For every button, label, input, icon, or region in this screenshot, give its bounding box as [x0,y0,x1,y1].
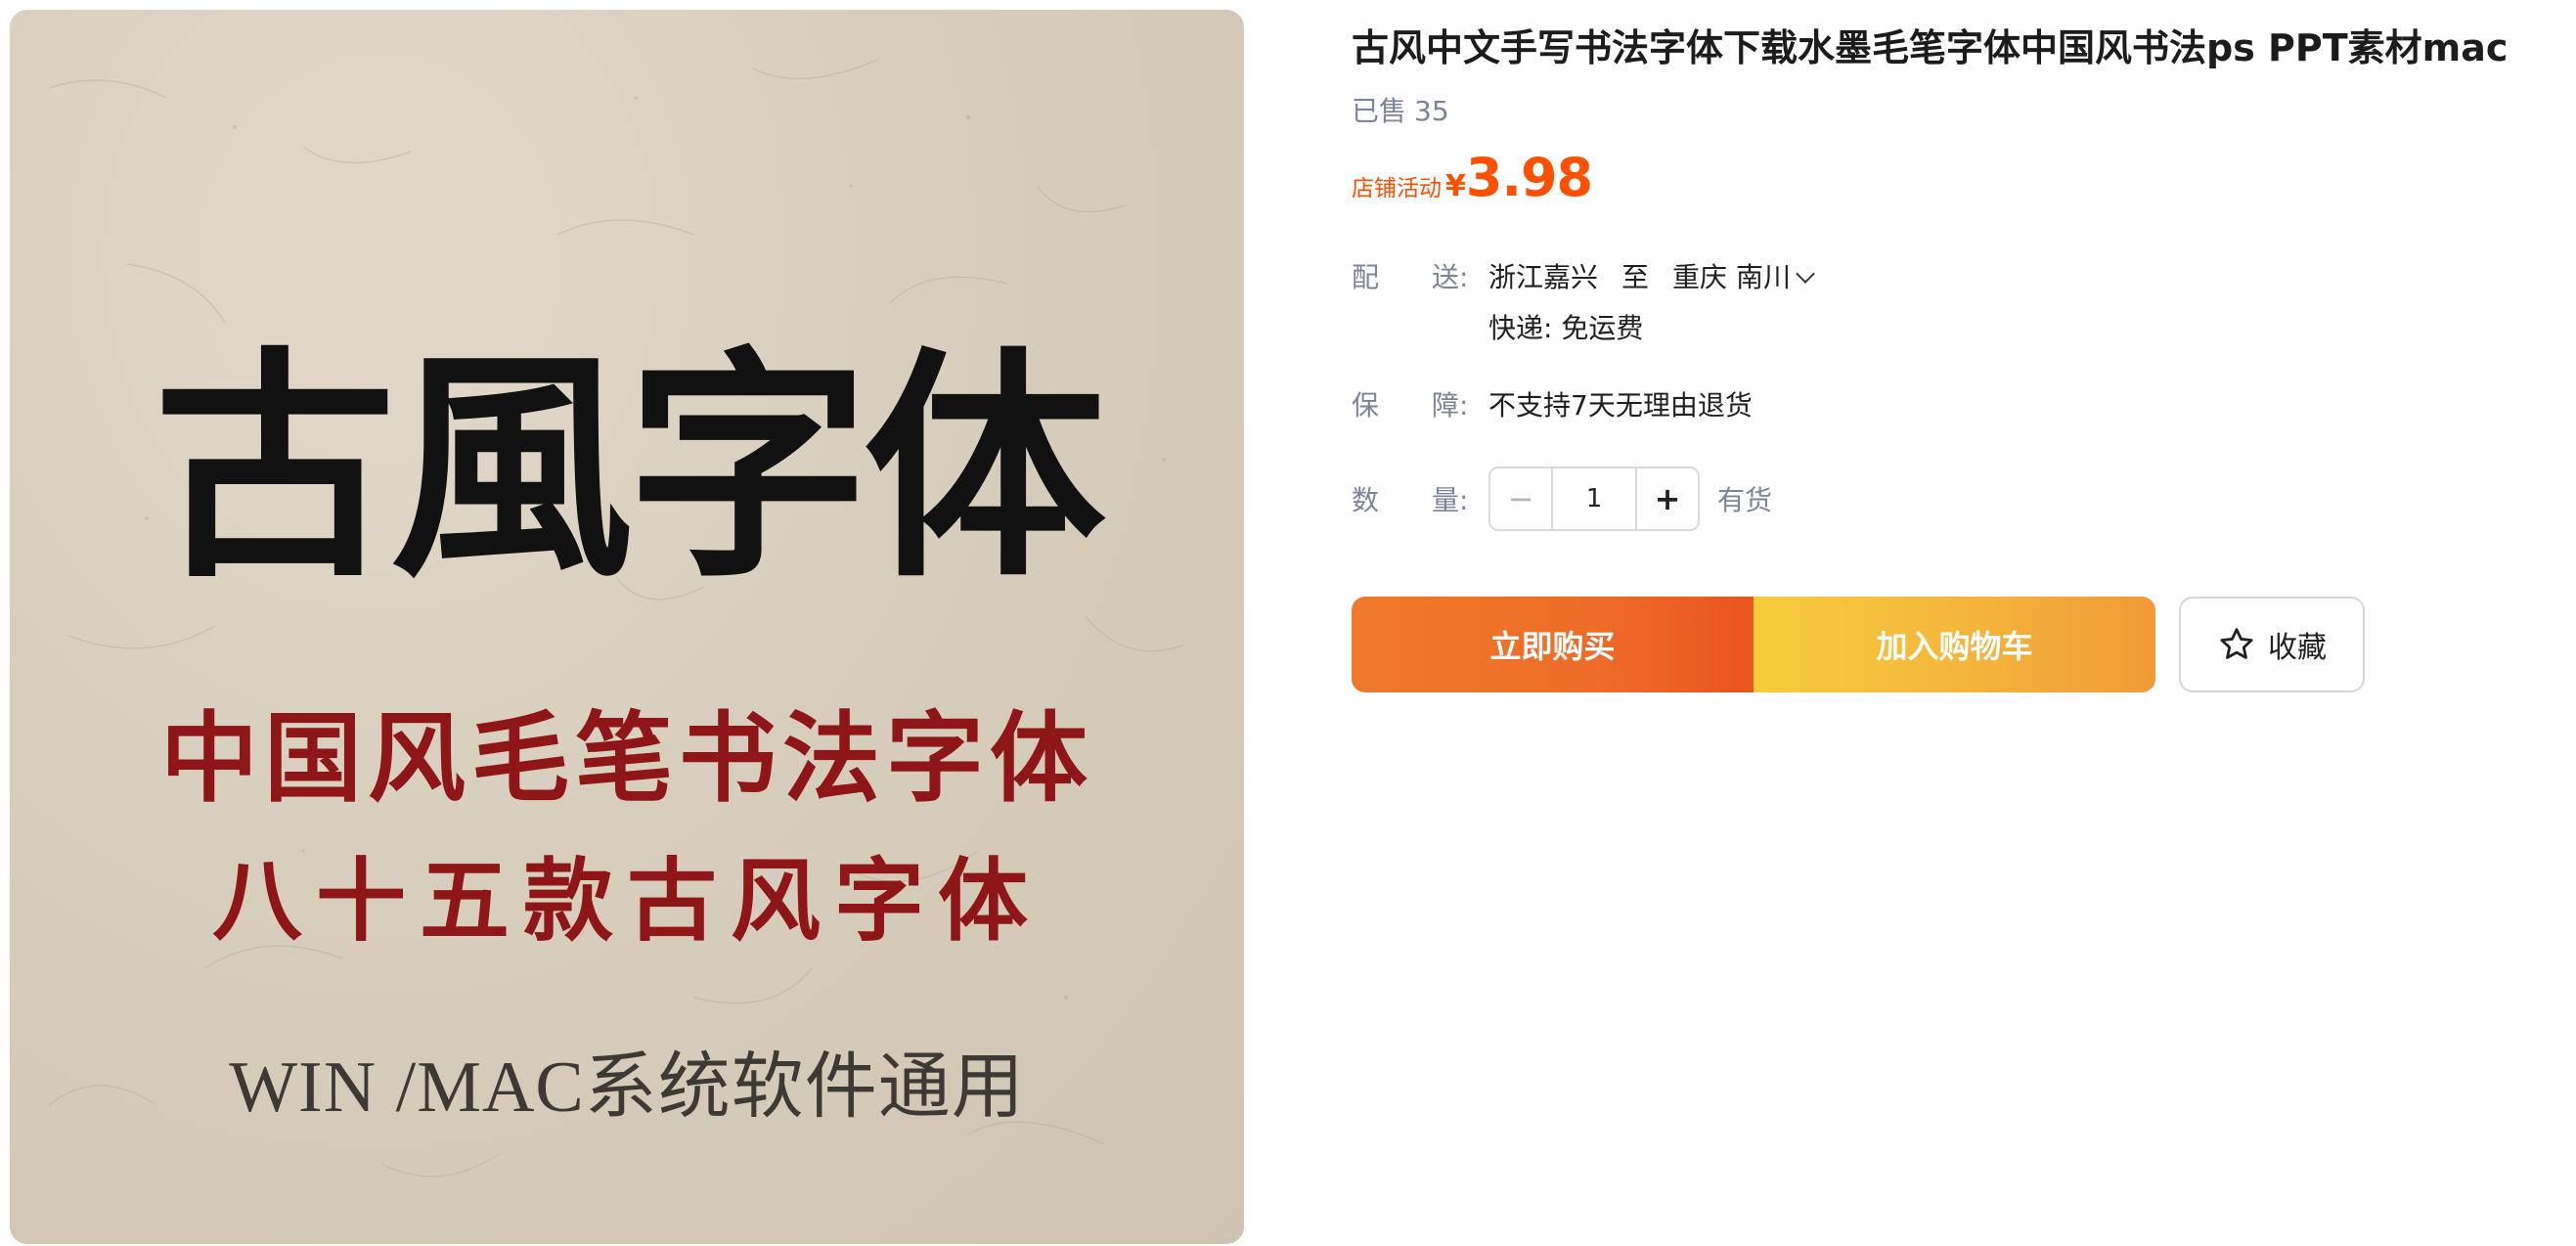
sold-number: 35 [1414,95,1449,127]
quantity-stepper: − + 有货 [1488,467,1773,531]
dest-city: 重庆 [1672,261,1728,293]
dest-district: 南川 [1735,261,1791,293]
guarantee-label: 保 障: [1352,384,1468,423]
sold-count: 已售 35 [1352,90,1449,129]
image-title: 古風字体 [154,326,1106,610]
quantity-increase-button[interactable]: + [1637,468,1698,529]
guarantee-label-a: 保 [1352,389,1380,422]
price-value: 3.98 [1465,147,1593,208]
shipping-method: 快递: 免运费 [1488,312,1644,344]
delivery-label-a: 配 [1352,261,1380,293]
ship-destination-selector[interactable]: 重庆 南川 [1672,261,1815,293]
price-row: 店铺活动 ¥3.98 [1352,147,1593,209]
quantity-input[interactable] [1551,468,1637,529]
delivery-label: 配 送: [1352,256,1468,295]
purchase-button-group: 立即购买 加入购物车 [1352,597,2155,692]
image-subtitle-secondary: 八十五款古风字体 [211,848,1042,954]
delivery-route: 浙江嘉兴至重庆 南川 [1488,256,1815,295]
ship-from: 浙江嘉兴 [1488,261,1599,293]
image-subtitle-primary: 中国风毛笔书法字体 [160,700,1093,816]
star-icon [2220,628,2253,659]
product-title: 古风中文手写书法字体下载水墨毛笔字体中国风书法ps PPT素材mac [1352,26,2509,69]
chevron-down-icon [1796,264,1815,284]
guarantee-value: 不支持7天无理由退货 [1488,389,1753,422]
delivery-label-b: 送: [1432,261,1469,293]
quantity-box: − + [1488,467,1700,531]
stock-status: 有货 [1717,484,1773,516]
guarantee-label-b: 障: [1432,389,1469,422]
quantity-label-a: 数 [1352,484,1380,516]
image-footer: WIN /MAC系统软件通用 [229,1047,1025,1128]
quantity-decrease-button[interactable]: − [1490,468,1551,529]
currency-symbol: ¥ [1445,169,1466,203]
promo-label: 店铺活动 [1352,176,1442,201]
product-image[interactable]: 古風字体 中国风毛笔书法字体 八十五款古风字体 WIN /MAC系统软件通用 [10,10,1244,1244]
favorite-label: 收藏 [2268,631,2327,665]
add-to-cart-button[interactable]: 加入购物车 [1754,597,2155,692]
favorite-button[interactable]: 收藏 [2179,597,2365,692]
quantity-label: 数 量: [1352,479,1468,518]
sold-label: 已售 [1352,95,1407,127]
buy-now-button[interactable]: 立即购买 [1352,597,1754,692]
ship-to-word: 至 [1621,261,1650,293]
quantity-label-b: 量: [1432,484,1469,516]
